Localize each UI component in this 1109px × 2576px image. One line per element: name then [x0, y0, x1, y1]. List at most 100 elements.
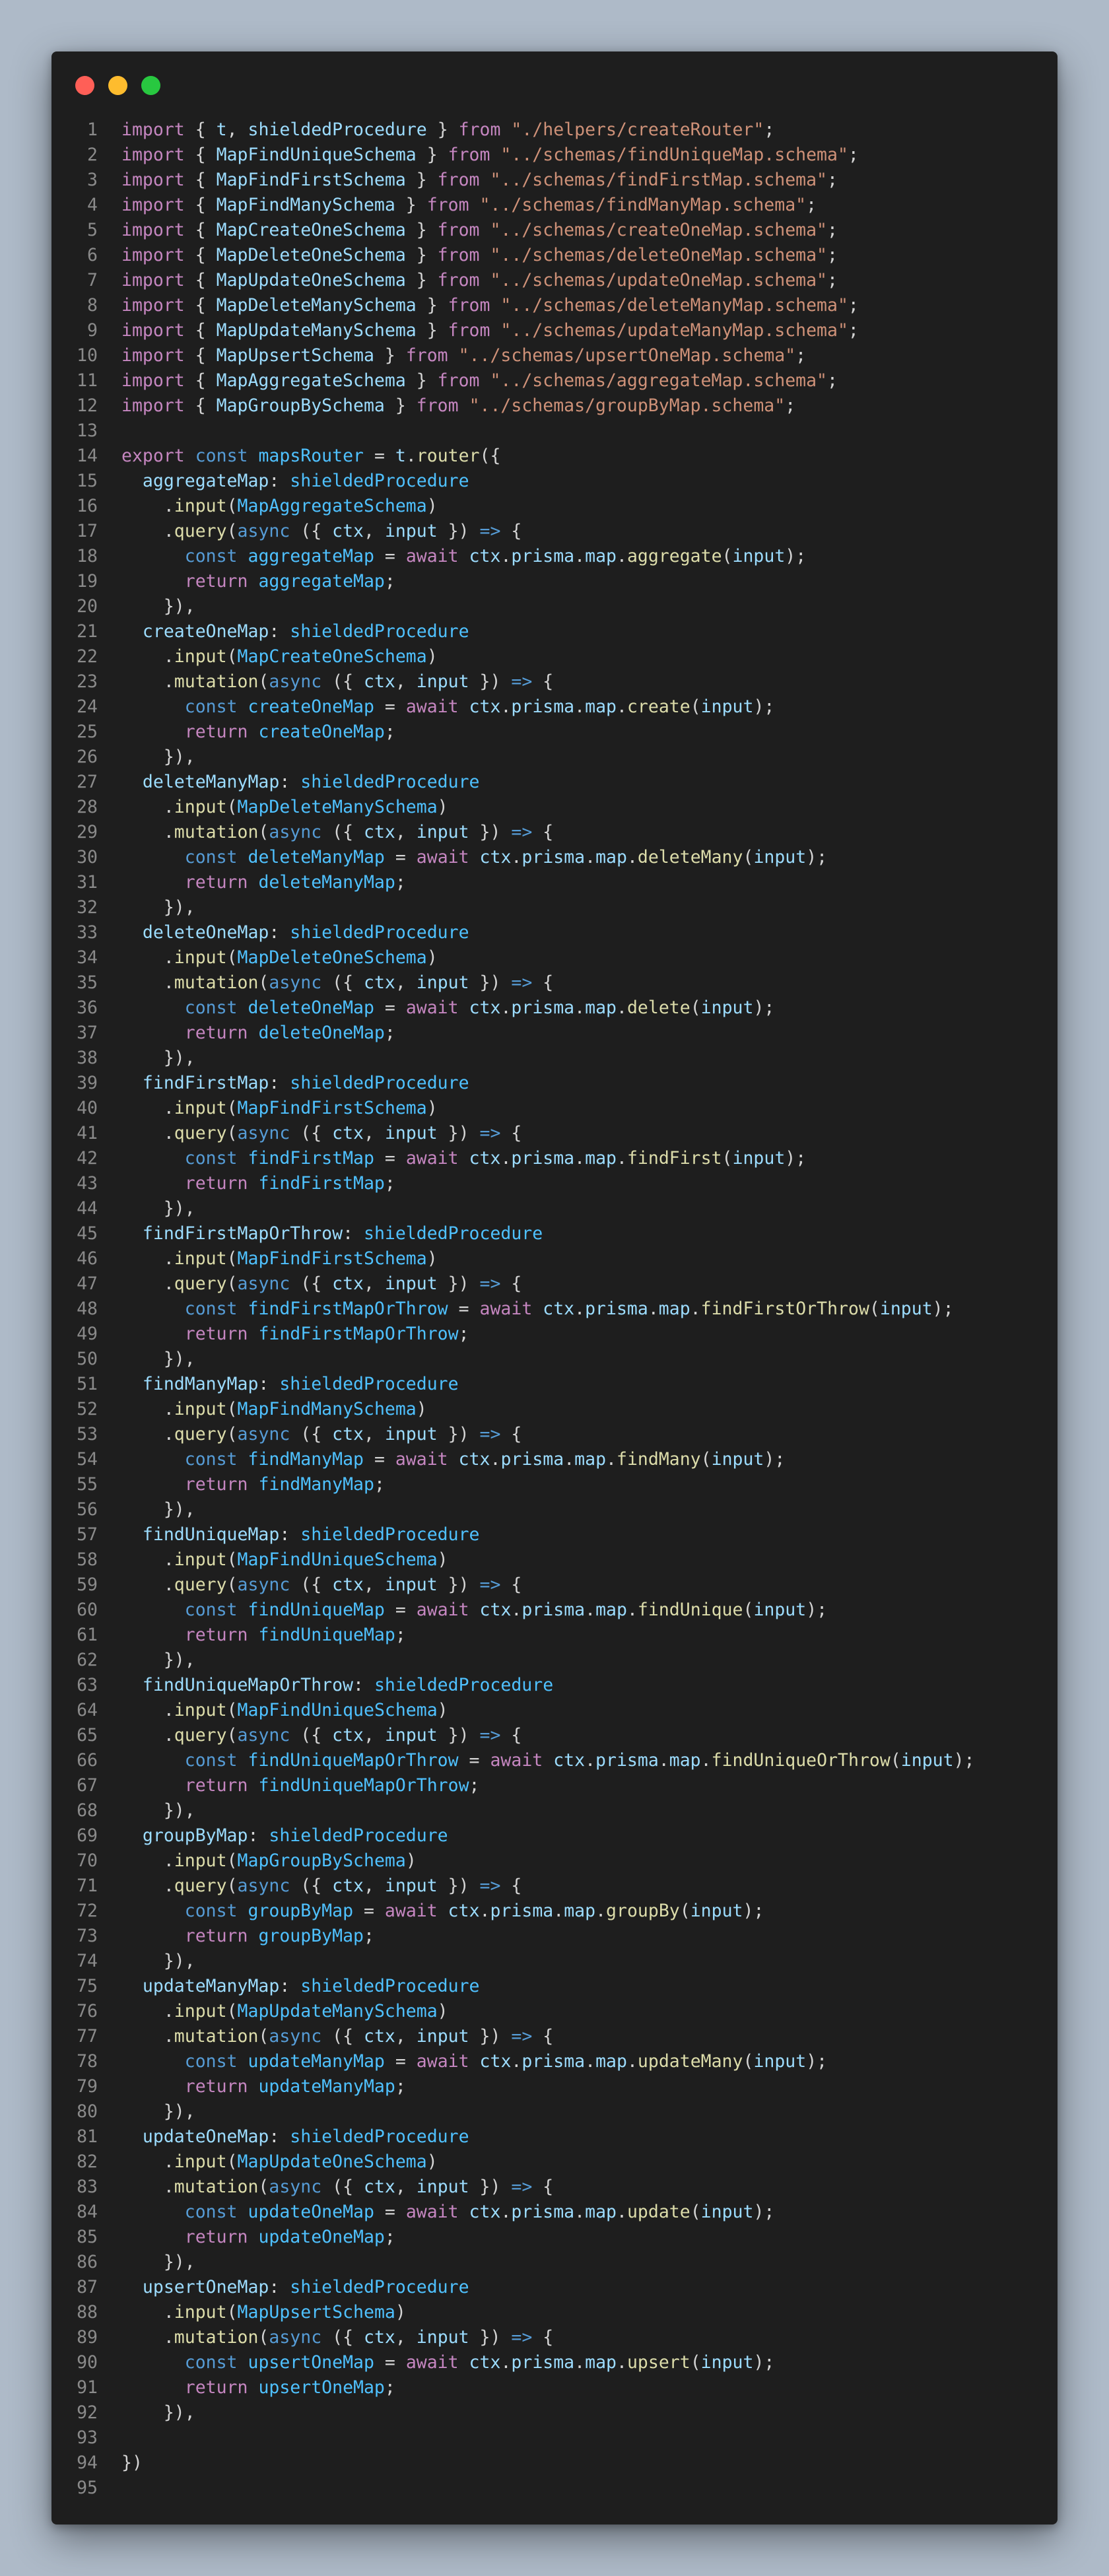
code-token: map — [585, 696, 617, 717]
code-editor[interactable]: 1 import { t, shieldedProcedure } from ".… — [51, 118, 1058, 2501]
line-text: }), — [98, 1046, 195, 1071]
code-token: ; — [384, 1023, 395, 1043]
code-token: ; — [764, 119, 775, 140]
code-token: prisma — [521, 2051, 586, 2072]
line-text: }), — [98, 1949, 195, 1974]
code-token: . — [690, 1299, 701, 1319]
code-token: , — [364, 1575, 385, 1595]
code-token: . — [121, 2177, 174, 2197]
code-line: 58 .input(MapFindUniqueSchema) — [51, 1547, 1058, 1573]
line-number: 48 — [77, 1299, 98, 1319]
code-token: }), — [121, 596, 195, 617]
code-token: ) — [426, 947, 438, 968]
code-token: . — [121, 2302, 174, 2322]
code-token: }) — [469, 822, 512, 842]
code-token: ; — [848, 295, 859, 316]
code-token: { — [184, 170, 217, 190]
code-line: 3 import { MapFindFirstSchema } from "../… — [51, 168, 1058, 193]
line-number: 53 — [77, 1424, 98, 1444]
code-token: ( — [690, 2202, 701, 2222]
close-icon[interactable] — [75, 76, 94, 95]
code-token: upsert — [626, 2352, 690, 2373]
code-token: input — [700, 2352, 754, 2373]
code-token: : — [343, 1223, 364, 1244]
code-token: . — [574, 2352, 586, 2373]
line-number: 12 — [77, 395, 98, 416]
code-token: shieldedProcedure — [290, 1073, 469, 1093]
code-token: ctx — [469, 998, 501, 1018]
maximize-icon[interactable] — [141, 76, 160, 95]
code-line: 85 return updateOneMap; — [51, 2225, 1058, 2250]
code-token: ; — [384, 722, 395, 742]
line-number: 23 — [77, 671, 98, 692]
code-token: findUniqueMap — [258, 1625, 395, 1645]
code-token: . — [121, 1876, 174, 1896]
code-token: shieldedProcedure — [290, 2277, 469, 2297]
code-token: , — [364, 1725, 385, 1746]
code-token: }), — [121, 2252, 195, 2272]
code-token: { — [532, 671, 554, 692]
code-token: MapCreateOneSchema — [237, 646, 427, 667]
line-number: 5 — [87, 220, 98, 240]
code-token: shieldedProcedure — [248, 119, 427, 140]
code-token: }) — [437, 1876, 480, 1896]
code-token: input — [174, 496, 227, 516]
code-token: ( — [722, 546, 733, 566]
line-text: return findFirstMap; — [98, 1171, 395, 1196]
code-token: => — [479, 1876, 501, 1896]
code-token: from — [426, 195, 469, 215]
code-token: ; — [806, 195, 817, 215]
line-number: 25 — [77, 722, 98, 742]
code-token: findUnique — [637, 1600, 743, 1620]
code-token: findFirstOrThrow — [700, 1299, 869, 1319]
code-token: createOneMap — [248, 696, 374, 717]
code-token: ); — [932, 1299, 954, 1319]
code-token: await — [405, 2352, 459, 2373]
code-token: ); — [764, 1449, 786, 1470]
code-token: ); — [753, 998, 775, 1018]
code-line: 9 import { MapUpdateManySchema } from "..… — [51, 318, 1058, 343]
minimize-icon[interactable] — [108, 76, 127, 95]
code-token: ({ — [290, 1123, 333, 1143]
code-token: async — [237, 521, 290, 541]
line-text: findManyMap: shieldedProcedure — [98, 1372, 459, 1397]
line-text: import { MapUpdateManySchema } from "../… — [98, 318, 859, 343]
code-token: MapAggregateSchema — [237, 496, 427, 516]
code-token: , — [364, 1273, 385, 1294]
code-token: prisma — [511, 1148, 575, 1169]
code-token: ) — [426, 646, 438, 667]
line-number: 81 — [77, 2126, 98, 2147]
code-token: ({ — [479, 446, 501, 466]
code-token: updateMany — [637, 2051, 743, 2072]
code-token: groupByMap — [258, 1926, 364, 1946]
line-text: .input(MapUpdateManySchema) — [98, 1999, 448, 2024]
code-line: 75 updateManyMap: shieldedProcedure — [51, 1974, 1058, 1999]
line-text: .input(MapFindFirstSchema) — [98, 1246, 438, 1271]
code-token: ; — [827, 170, 838, 190]
line-text: .query(async ({ ctx, input }) => { — [98, 1723, 522, 1748]
line-text — [98, 419, 121, 444]
line-text: .input(MapFindUniqueSchema) — [98, 1698, 448, 1723]
line-text: import { MapDeleteManySchema } from "../… — [98, 293, 859, 318]
code-token: query — [174, 1273, 227, 1294]
line-number: 2 — [87, 145, 98, 165]
line-number: 13 — [77, 421, 98, 441]
line-number: 20 — [77, 596, 98, 617]
code-token: async — [237, 1424, 290, 1444]
code-token: aggregateMap — [248, 546, 374, 566]
code-token: const — [184, 2202, 238, 2222]
code-token: { — [532, 2177, 554, 2197]
code-token: ctx — [469, 546, 501, 566]
line-text: const deleteOneMap = await ctx.prisma.ma… — [98, 996, 775, 1021]
line-text: import { MapCreateOneSchema } from "../s… — [98, 218, 838, 243]
code-line: 26 }), — [51, 745, 1058, 770]
